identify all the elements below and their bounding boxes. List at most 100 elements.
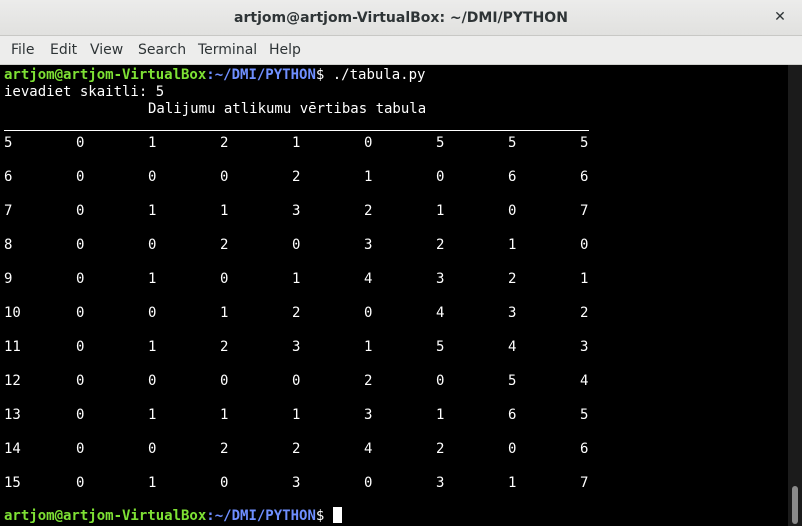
table-cell: 1 [220, 203, 229, 219]
table-cell: 0 [76, 271, 85, 287]
prompt-suffix: $ [315, 508, 333, 524]
table-row: 8 0 0 2 0 3 2 1 0 [4, 237, 604, 254]
table-cell: 3 [292, 475, 301, 491]
table-cell: 1 [148, 339, 157, 355]
table-cell: 2 [436, 441, 445, 457]
table-cell: 0 [76, 237, 85, 253]
terminal-window: artjom@artjom-VirtualBox: ~/DMI/PYTHON ✕… [0, 0, 802, 526]
table-cell: 0 [220, 373, 229, 389]
table-row: 9 0 1 0 1 4 3 2 1 [4, 271, 604, 288]
scrollbar[interactable] [788, 65, 802, 526]
table-cell: 1 [292, 271, 301, 287]
prompt-user: artjom@artjom-VirtualBox [4, 67, 207, 83]
table-cell: 0 [220, 475, 229, 491]
prompt-user: artjom@artjom-VirtualBox [4, 508, 207, 524]
terminal-area[interactable]: artjom@artjom-VirtualBox:~/DMI/PYTHON$ .… [0, 65, 788, 526]
table-row: 11 0 1 2 3 1 5 4 3 [4, 339, 604, 356]
table-cell: 7 [4, 203, 13, 219]
table-cell: 3 [292, 203, 301, 219]
table-cell: 0 [148, 441, 157, 457]
menu-file[interactable]: File [11, 36, 34, 65]
table-cell: 5 [4, 135, 13, 151]
table-cell: 1 [220, 407, 229, 423]
table-cell: 2 [292, 441, 301, 457]
table-cell: 9 [4, 271, 13, 287]
input-line: ievadiet skaitli: 5 [4, 84, 165, 100]
active-prompt-line[interactable]: artjom@artjom-VirtualBox:~/DMI/PYTHON$ [4, 507, 342, 524]
prompt-suffix: $ [315, 67, 333, 83]
terminal-output: artjom@artjom-VirtualBox:~/DMI/PYTHON$ .… [4, 67, 589, 524]
table-cell: 2 [364, 203, 373, 219]
table-row: 15 0 1 0 3 0 3 1 7 [4, 475, 604, 492]
table-cell: 0 [508, 441, 517, 457]
table-row: 7 0 1 1 3 2 1 0 7 [4, 203, 604, 220]
table-cell: 4 [580, 373, 589, 389]
table-cell: 6 [508, 169, 517, 185]
table-cell: 2 [508, 271, 517, 287]
table-cell: 1 [508, 237, 517, 253]
table-cell: 1 [436, 407, 445, 423]
table-cell: 1 [148, 407, 157, 423]
menu-edit[interactable]: Edit [50, 36, 77, 65]
menu-help[interactable]: Help [269, 36, 301, 65]
table-cell: 0 [364, 475, 373, 491]
table-cell: 1 [148, 135, 157, 151]
table-cell: 0 [76, 203, 85, 219]
table-cell: 0 [436, 169, 445, 185]
table-row: 12 0 0 0 0 2 0 5 4 [4, 373, 604, 390]
table-cell: 2 [580, 305, 589, 321]
table-cell: 1 [220, 305, 229, 321]
table-rule [4, 130, 589, 131]
table-cell: 0 [76, 373, 85, 389]
table-cell: 0 [220, 169, 229, 185]
menu-search[interactable]: Search [138, 36, 186, 65]
table-cell: 10 [4, 305, 21, 321]
table-cell: 0 [148, 373, 157, 389]
table-row: 5 0 1 2 1 0 5 5 5 [4, 135, 604, 152]
table-cell: 0 [364, 305, 373, 321]
table-cell: 0 [220, 271, 229, 287]
table-cell: 4 [508, 339, 517, 355]
table-cell: 0 [76, 339, 85, 355]
table-cell: 6 [580, 169, 589, 185]
table-cell: 13 [4, 407, 21, 423]
table-row: 13 0 1 1 1 3 1 6 5 [4, 407, 604, 424]
table-cell: 0 [148, 305, 157, 321]
table-cell: 5 [580, 135, 589, 151]
table-cell: 3 [508, 305, 517, 321]
table-cell: 0 [76, 305, 85, 321]
table-cell: 4 [364, 441, 373, 457]
table-cell: 3 [292, 339, 301, 355]
table-cell: 1 [436, 203, 445, 219]
menu-terminal[interactable]: Terminal [198, 36, 257, 65]
table-cell: 6 [4, 169, 13, 185]
table-cell: 6 [508, 407, 517, 423]
table-cell: 2 [220, 135, 229, 151]
table-cell: 3 [364, 407, 373, 423]
table-cell: 1 [364, 169, 373, 185]
table-cell: 0 [76, 441, 85, 457]
table-cell: 3 [580, 339, 589, 355]
table-heading: Dalijumu atlikumu vērtibas tabula [148, 101, 427, 117]
table-cell: 6 [580, 441, 589, 457]
prompt-path: :~/DMI/PYTHON [206, 67, 316, 83]
table-cell: 3 [436, 475, 445, 491]
table-cell: 8 [4, 237, 13, 253]
title-bar[interactable]: artjom@artjom-VirtualBox: ~/DMI/PYTHON ✕ [0, 0, 802, 36]
table-cell: 0 [436, 373, 445, 389]
table-cell: 5 [436, 339, 445, 355]
close-icon[interactable]: ✕ [772, 9, 788, 25]
table-cell: 0 [148, 169, 157, 185]
table-cell: 11 [4, 339, 21, 355]
table-cell: 4 [436, 305, 445, 321]
table-cell: 12 [4, 373, 21, 389]
table-cell: 0 [292, 237, 301, 253]
menu-view[interactable]: View [90, 36, 123, 65]
table-row: 10 0 0 1 2 0 4 3 2 [4, 305, 604, 322]
table-cell: 0 [292, 373, 301, 389]
scrollbar-thumb[interactable] [792, 486, 798, 524]
table-cell: 2 [292, 169, 301, 185]
table-cell: 1 [508, 475, 517, 491]
table-cell: 1 [148, 475, 157, 491]
table-cell: 15 [4, 475, 21, 491]
